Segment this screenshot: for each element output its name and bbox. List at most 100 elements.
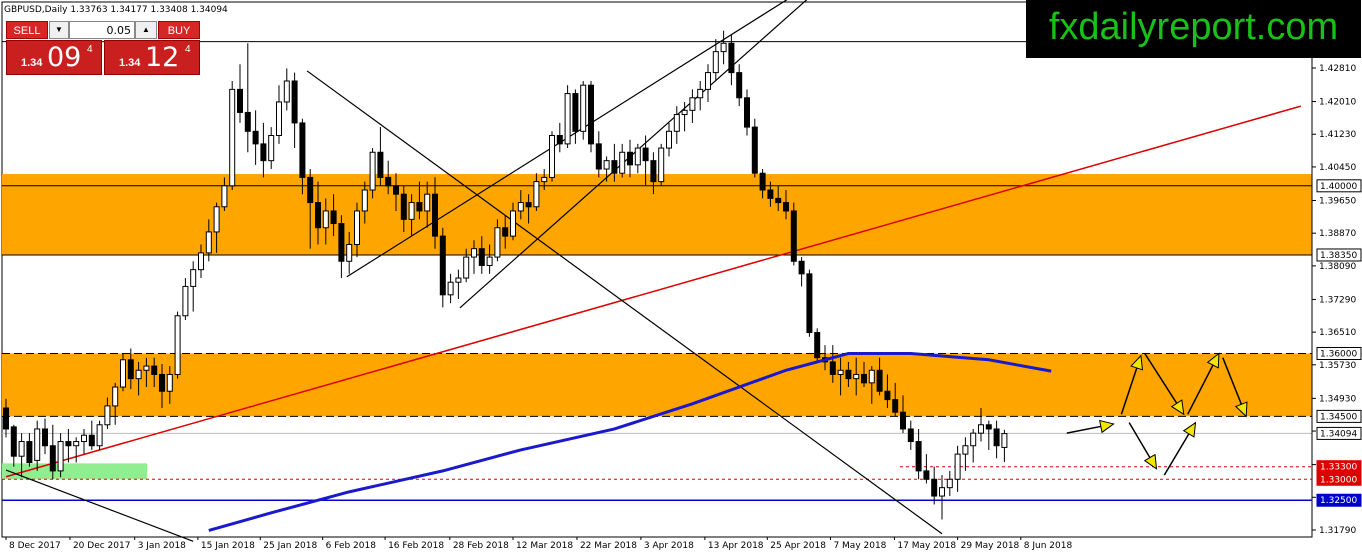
projection-arrow bbox=[1163, 421, 1197, 476]
date-label: 28 Feb 2018 bbox=[453, 541, 509, 551]
candle-bear bbox=[525, 202, 532, 208]
candle-bear bbox=[330, 210, 337, 225]
price-level-text: 1.34094 bbox=[1320, 429, 1357, 439]
candle bbox=[923, 454, 930, 484]
candle-bear bbox=[993, 428, 1000, 447]
date-label: 29 May 2018 bbox=[961, 541, 1020, 551]
buy-button[interactable]: BUY bbox=[158, 21, 200, 39]
candle-bear bbox=[915, 441, 922, 472]
trendlines-layer bbox=[5, 0, 1302, 542]
descending-trendline bbox=[306, 70, 943, 535]
candle-bull bbox=[447, 281, 454, 296]
date-label: 8 Dec 2017 bbox=[9, 541, 61, 551]
arrow-shaft bbox=[1066, 425, 1101, 434]
candle-bull bbox=[283, 80, 290, 103]
candle-bear bbox=[307, 176, 314, 204]
candle-bear bbox=[907, 428, 914, 443]
candle bbox=[190, 261, 197, 312]
candle-bull bbox=[868, 369, 875, 384]
candle bbox=[260, 122, 267, 178]
date-label: 3 Apr 2018 bbox=[644, 541, 694, 551]
candle bbox=[549, 131, 555, 182]
candle-bull bbox=[954, 453, 961, 480]
candle bbox=[439, 227, 446, 308]
candle-bear bbox=[237, 88, 243, 113]
candle-bear bbox=[49, 445, 56, 472]
candle bbox=[720, 30, 727, 65]
candle-bear bbox=[931, 478, 938, 497]
supply-zone-1 bbox=[2, 353, 1312, 417]
candle-bull bbox=[322, 210, 329, 229]
candle-bull bbox=[229, 88, 236, 187]
candle-bull bbox=[120, 359, 126, 388]
arrow-head bbox=[1182, 421, 1197, 438]
price-tick-label: 1.39650 bbox=[1319, 196, 1356, 206]
candle-bull bbox=[455, 277, 462, 283]
candle-bull bbox=[221, 185, 228, 208]
candle bbox=[946, 470, 953, 497]
candle bbox=[907, 420, 914, 450]
candle-bear bbox=[478, 248, 485, 266]
price-level-label: 1.34094 bbox=[1316, 426, 1362, 440]
candle bbox=[915, 428, 922, 480]
candle-bear bbox=[627, 151, 633, 166]
candle-bull bbox=[463, 256, 470, 279]
candle bbox=[798, 257, 805, 287]
candle-bear bbox=[588, 84, 594, 145]
candle bbox=[252, 110, 259, 165]
buy-quote[interactable]: 1.34 12 4 bbox=[104, 40, 200, 75]
sell-button[interactable]: SELL bbox=[6, 21, 48, 39]
price-level-label: 1.33300 bbox=[1316, 460, 1362, 474]
candle-bear bbox=[923, 470, 930, 480]
candle-bull bbox=[96, 424, 103, 447]
price-level-text: 1.40000 bbox=[1320, 182, 1357, 192]
candle-bear bbox=[3, 407, 9, 430]
candle-bull bbox=[198, 252, 204, 271]
chart-title-bar: GBPUSD,Daily 1.33763 1.34177 1.33408 1.3… bbox=[4, 5, 228, 15]
candle bbox=[970, 428, 977, 463]
candle-bull bbox=[18, 441, 25, 457]
candle bbox=[377, 127, 384, 186]
candle bbox=[88, 420, 95, 450]
price-tick-label: 1.35730 bbox=[1319, 361, 1356, 371]
price-tick-label: 1.31790 bbox=[1319, 526, 1356, 536]
arrow-head bbox=[1099, 419, 1115, 434]
candle-bull bbox=[34, 428, 41, 461]
candle-bear bbox=[829, 361, 836, 375]
candle-bear bbox=[790, 210, 797, 262]
price-level-text: 1.38350 bbox=[1320, 251, 1357, 261]
candle bbox=[455, 269, 462, 299]
price-tick-label: 1.38870 bbox=[1319, 229, 1356, 239]
buy-quote-prefix: 1.34 bbox=[119, 57, 141, 69]
candle-bull bbox=[471, 248, 477, 258]
candle-bull bbox=[213, 206, 220, 233]
candle-bear bbox=[416, 202, 423, 212]
price-tick-label: 1.36510 bbox=[1319, 328, 1356, 338]
sell-quote[interactable]: 1.34 09 4 bbox=[6, 40, 102, 75]
arrow-shaft bbox=[1163, 433, 1190, 476]
candle-bear bbox=[315, 202, 321, 229]
candle-bull bbox=[666, 130, 672, 149]
price-chart[interactable]: 1.42810 1.42010 1.41230 1.40450 1.39650 1.388… bbox=[0, 0, 1362, 554]
candle-bull bbox=[837, 369, 844, 375]
price-tick-label: 1.40450 bbox=[1319, 163, 1356, 173]
lot-size-input[interactable] bbox=[69, 21, 135, 39]
candle-bear bbox=[377, 151, 384, 178]
lot-dropdown-icon[interactable]: ▼ bbox=[49, 21, 69, 39]
candle-bear bbox=[783, 202, 789, 212]
candle-bull bbox=[946, 478, 953, 489]
price-tick-label: 1.38090 bbox=[1319, 262, 1356, 272]
lot-spinner-icon[interactable]: ▲ bbox=[135, 21, 157, 39]
candle bbox=[1001, 429, 1008, 463]
symbol-info: GBPUSD,Daily bbox=[4, 5, 68, 15]
candle bbox=[736, 64, 743, 107]
candle-bear bbox=[876, 369, 883, 392]
price-tick-label: 1.41230 bbox=[1319, 130, 1356, 140]
candle bbox=[673, 106, 680, 144]
candle-bear bbox=[432, 193, 438, 237]
candle bbox=[985, 420, 992, 450]
candle-bull bbox=[135, 369, 142, 380]
candle-bear bbox=[291, 80, 298, 124]
candle bbox=[229, 80, 236, 190]
candle bbox=[697, 80, 704, 111]
